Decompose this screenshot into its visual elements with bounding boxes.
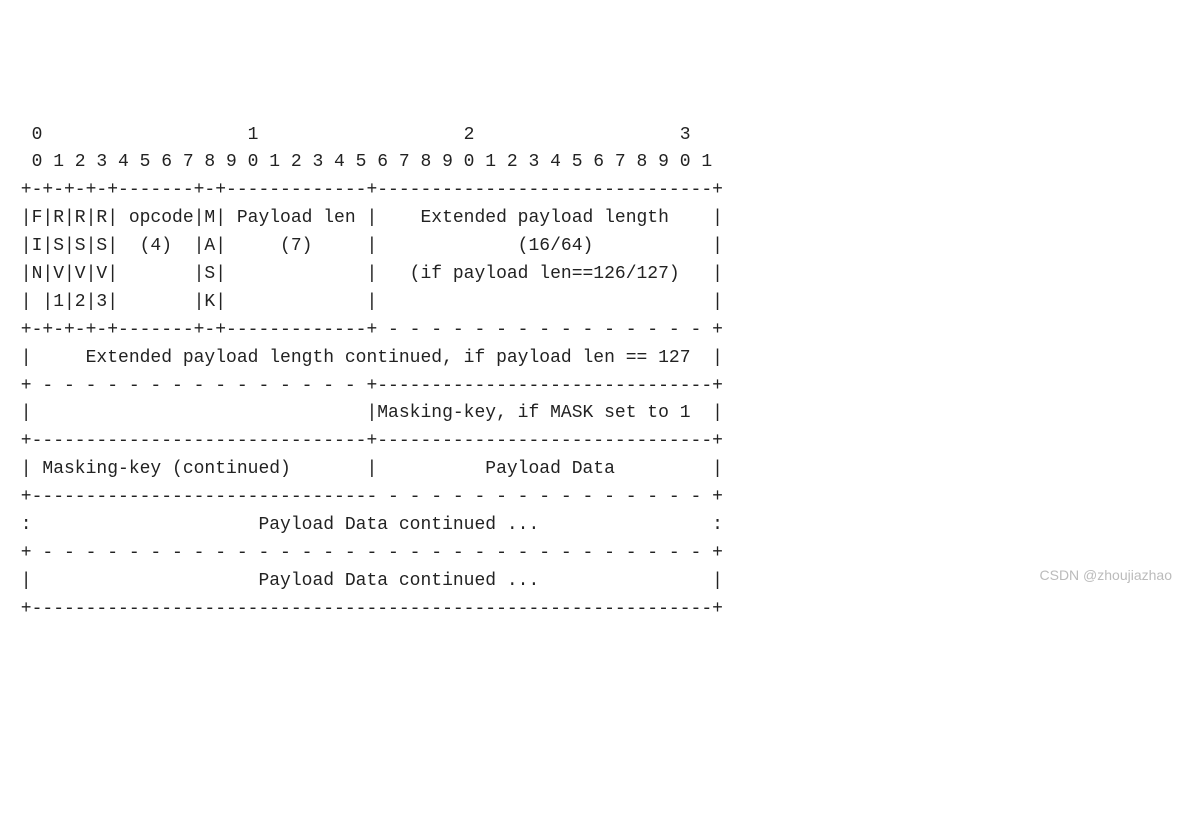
websocket-frame-diagram: 0 1 2 3 0 1 2 3 4 5 6 7 8 9 0 1 2 3 4 5 …	[10, 122, 1180, 624]
